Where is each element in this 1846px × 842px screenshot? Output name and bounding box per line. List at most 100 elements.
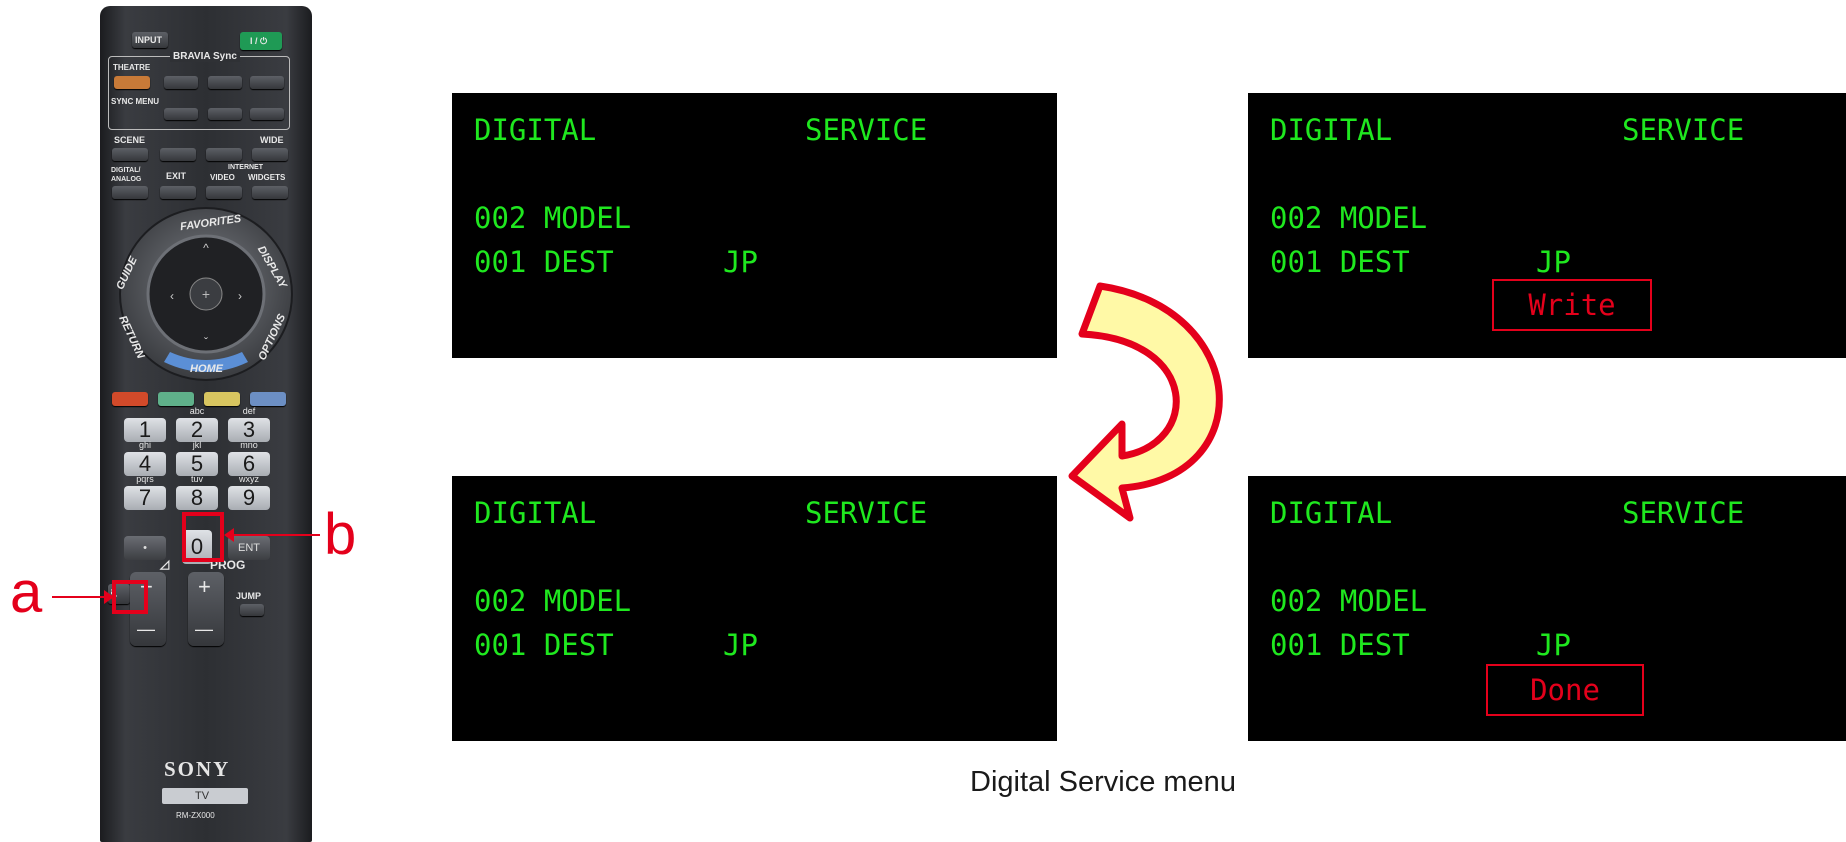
callout-line-a: [52, 596, 112, 598]
digit-4-letters: ghi: [138, 440, 151, 450]
tv-label: TV: [195, 790, 210, 802]
digit-2-letters: abc: [189, 406, 205, 416]
screen-line-model: 002 MODEL: [474, 201, 632, 235]
callout-arrow-b: [224, 528, 234, 542]
play-button[interactable]: [208, 76, 242, 89]
screen-title-right: SERVICE: [1622, 113, 1745, 147]
screen-line-dest: 001 DEST: [474, 245, 614, 279]
svg-text:^: ^: [203, 241, 209, 255]
sync-menu-label: SYNC MENU: [111, 97, 160, 106]
video-label: VIDEO: [210, 173, 235, 182]
prev-button[interactable]: [164, 76, 198, 89]
digit-key[interactable]: 2: [176, 418, 218, 442]
blank-button-2[interactable]: [206, 148, 242, 161]
digit-key[interactable]: 3: [228, 418, 270, 442]
screen-title-left: DIGITAL: [474, 496, 597, 530]
widgets-label: WIDGETS: [248, 173, 286, 182]
stop-button[interactable]: [208, 108, 242, 120]
digit-key[interactable]: 5: [176, 452, 218, 476]
callout-b: b: [324, 502, 357, 567]
exit-label: EXIT: [166, 171, 187, 181]
digit-key[interactable]: 9: [228, 486, 270, 510]
video-button[interactable]: [206, 186, 242, 199]
next-button[interactable]: [250, 76, 284, 89]
prog-minus: —: [195, 619, 213, 639]
digit-key[interactable]: 8: [176, 486, 218, 510]
screen-dest-value: JP: [1536, 628, 1571, 662]
screen-title-left: DIGITAL: [474, 113, 597, 147]
callout-a: a: [10, 560, 43, 625]
screen-after-write: DIGITAL SERVICE 002 MODEL 001 DEST JP: [452, 476, 1057, 741]
theatre-label: THEATRE: [113, 63, 151, 72]
bravia-sync-label: BRAVIA Sync: [170, 52, 240, 62]
widgets-button[interactable]: [252, 186, 288, 199]
digit-key[interactable]: 1: [124, 418, 166, 442]
screen-line-dest: 001 DEST: [1270, 245, 1410, 279]
mute-key-highlight: [112, 580, 148, 614]
screen-title-left: DIGITAL: [1270, 113, 1393, 147]
internet-label: INTERNET: [228, 164, 263, 171]
digit-key[interactable]: ENT: [228, 536, 270, 560]
rewind-button[interactable]: [164, 108, 198, 120]
volume-minus: —: [137, 619, 155, 639]
scene-button[interactable]: [112, 148, 148, 161]
callout-arrow-a: [104, 590, 114, 604]
sony-logo: SONY: [164, 757, 231, 781]
screen-write: DIGITAL SERVICE 002 MODEL 001 DEST JP Wr…: [1248, 93, 1846, 358]
screen-title-right: SERVICE: [805, 496, 928, 530]
digital-analog-button[interactable]: [112, 186, 148, 199]
diagram-caption: Digital Service menu: [970, 766, 1236, 798]
jump-label: JUMP: [236, 591, 262, 601]
forward-button[interactable]: [250, 108, 284, 120]
blank-button-1[interactable]: [160, 148, 196, 161]
home-button[interactable]: HOME: [190, 364, 223, 375]
green-button[interactable]: [158, 392, 194, 406]
screen-line-model: 002 MODEL: [1270, 201, 1428, 235]
digit-7-letters: pqrs: [136, 474, 154, 484]
power-label: I / ⏻: [250, 36, 268, 46]
svg-text:ˇ: ˇ: [204, 335, 208, 349]
screen-dest-value: JP: [1536, 245, 1571, 279]
theatre-button[interactable]: [114, 76, 150, 89]
blue-button[interactable]: [250, 392, 286, 406]
screen-line-model: 002 MODEL: [474, 584, 632, 618]
input-label: INPUT: [135, 35, 162, 45]
jump-button[interactable]: [240, 604, 264, 616]
screen-line-model: 002 MODEL: [1270, 584, 1428, 618]
screen-title-right: SERVICE: [805, 113, 928, 147]
screen-dest-value: JP: [723, 245, 758, 279]
digit-9-letters: wxyz: [239, 474, 259, 484]
volume-icon: ◿: [160, 557, 170, 571]
digit-key[interactable]: 6: [228, 452, 270, 476]
digit-key[interactable]: 4: [124, 452, 166, 476]
model-label: RM-ZX000: [176, 811, 215, 820]
scene-label: SCENE: [114, 135, 146, 145]
svg-text:›: ›: [238, 289, 242, 303]
digital-analog-label: DIGITAL/ ANALOG: [111, 167, 142, 183]
exit-button[interactable]: [160, 186, 196, 199]
screen-done: DIGITAL SERVICE 002 MODEL 001 DEST JP Do…: [1248, 476, 1846, 741]
zero-key-highlight: [182, 512, 224, 562]
digit-key[interactable]: 7: [124, 486, 166, 510]
red-button[interactable]: [112, 392, 148, 406]
svg-text:‹: ‹: [170, 289, 174, 303]
screen-line-dest: 001 DEST: [1270, 628, 1410, 662]
remote-control: INPUT I / ⏻ BRAVIA Sync THEATRE SYNC MEN…: [100, 6, 312, 842]
yellow-button[interactable]: [204, 392, 240, 406]
digit-3-letters: def: [242, 406, 256, 416]
write-status-box: Write: [1492, 279, 1652, 331]
digit-8-letters: tuv: [190, 474, 203, 484]
transition-arrow-icon: [1068, 282, 1223, 522]
callout-line-b: [226, 534, 320, 536]
wide-label: WIDE: [260, 135, 284, 145]
prog-plus: +: [198, 574, 211, 599]
screen-line-dest: 001 DEST: [474, 628, 614, 662]
screen-title-right: SERVICE: [1622, 496, 1745, 530]
digit-5-letters: jkl: [192, 440, 202, 450]
digit-6-letters: mno: [240, 440, 258, 450]
svg-text:+: +: [202, 286, 210, 302]
screen-initial: DIGITAL SERVICE 002 MODEL 001 DEST JP: [452, 93, 1057, 358]
done-status-box: Done: [1486, 664, 1644, 716]
screen-dest-value: JP: [723, 628, 758, 662]
wide-button[interactable]: [252, 148, 288, 161]
